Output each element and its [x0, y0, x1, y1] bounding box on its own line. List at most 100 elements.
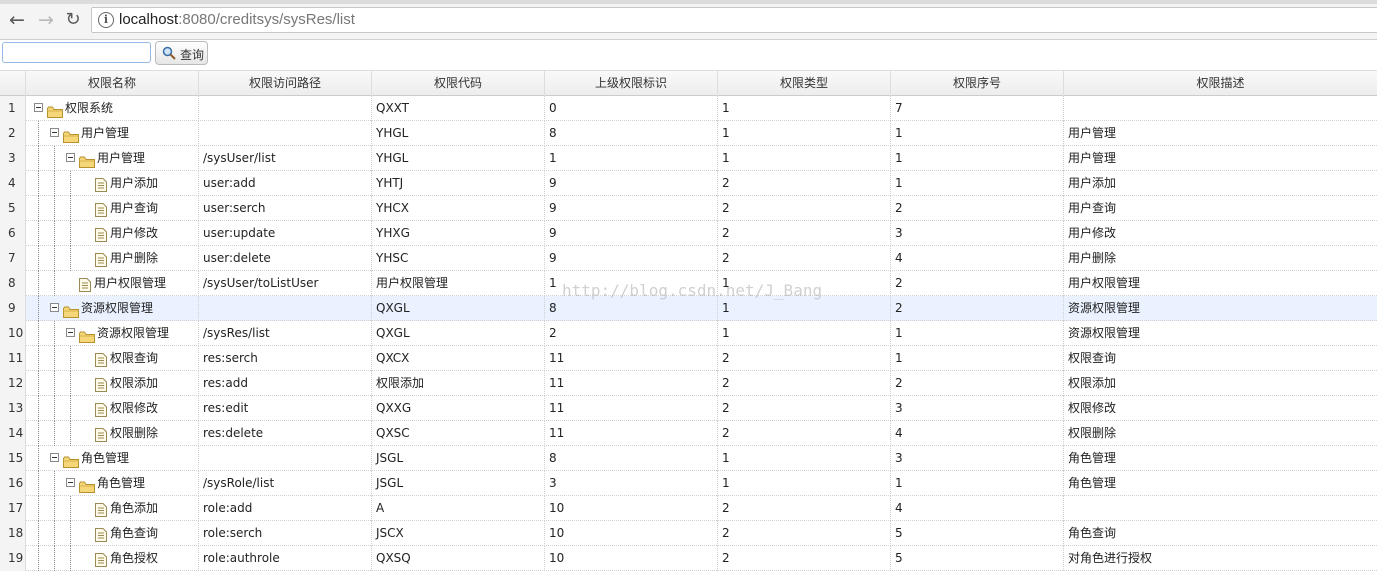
header-code[interactable]: 权限代码	[372, 71, 545, 96]
header-parent[interactable]: 上级权限标识	[545, 71, 718, 96]
cell-path[interactable]: /sysUser/toListUser	[199, 271, 372, 296]
cell-parent[interactable]: 1	[545, 271, 718, 296]
cell-seq[interactable]: 5	[891, 546, 1064, 571]
cell-path[interactable]: res:serch	[199, 346, 372, 371]
cell-type[interactable]: 1	[718, 96, 891, 121]
table-row[interactable]: 19 角色授权 role:authrole QXSQ 10 2 5 对角色进行授权	[0, 546, 1377, 571]
cell-path[interactable]	[199, 296, 372, 321]
cell-code[interactable]: A	[372, 496, 545, 521]
cell-seq[interactable]: 1	[891, 346, 1064, 371]
cell-name[interactable]: 用户查询	[26, 196, 199, 221]
table-row[interactable]: 12 权限添加 res:add 权限添加 11 2 2 权限添加	[0, 371, 1377, 396]
table-row[interactable]: 17 角色添加 role:add A 10 2 4	[0, 496, 1377, 521]
cell-seq[interactable]: 1	[891, 146, 1064, 171]
table-row[interactable]: 7 用户删除 user:delete YHSC 9 2 4 用户删除	[0, 246, 1377, 271]
cell-desc[interactable]: 用户权限管理	[1064, 271, 1377, 296]
cell-code[interactable]: QXGL	[372, 296, 545, 321]
cell-type[interactable]: 2	[718, 371, 891, 396]
cell-parent[interactable]: 1	[545, 146, 718, 171]
reload-icon[interactable]: ↻	[63, 11, 83, 31]
collapse-toggle-icon[interactable]	[50, 303, 59, 312]
cell-name[interactable]: 角色管理	[26, 446, 199, 471]
cell-parent[interactable]: 10	[545, 546, 718, 571]
cell-path[interactable]: res:delete	[199, 421, 372, 446]
cell-name[interactable]: 用户管理	[26, 146, 199, 171]
cell-path[interactable]: res:add	[199, 371, 372, 396]
cell-parent[interactable]: 8	[545, 446, 718, 471]
cell-parent[interactable]: 8	[545, 296, 718, 321]
cell-parent[interactable]: 11	[545, 396, 718, 421]
cell-parent[interactable]: 11	[545, 371, 718, 396]
cell-type[interactable]: 1	[718, 471, 891, 496]
cell-name[interactable]: 资源权限管理	[26, 296, 199, 321]
table-row[interactable]: 5 用户查询 user:serch YHCX 9 2 2 用户查询	[0, 196, 1377, 221]
cell-parent[interactable]: 11	[545, 346, 718, 371]
cell-path[interactable]: user:add	[199, 171, 372, 196]
info-icon[interactable]: i	[98, 12, 114, 28]
cell-name[interactable]: 权限添加	[26, 371, 199, 396]
cell-name[interactable]: 用户添加	[26, 171, 199, 196]
cell-parent[interactable]: 2	[545, 321, 718, 346]
table-row[interactable]: 10 资源权限管理/sysRes/list QXGL 2 1 1 资源权限管理	[0, 321, 1377, 346]
arrow-right-icon[interactable]: →	[36, 11, 56, 31]
table-row[interactable]: 9 资源权限管理 QXGL 8 1 2 资源权限管理	[0, 296, 1377, 321]
table-row[interactable]: 4 用户添加 user:add YHTJ 9 2 1 用户添加	[0, 171, 1377, 196]
search-button[interactable]: 查询	[155, 41, 208, 65]
cell-seq[interactable]: 1	[891, 471, 1064, 496]
cell-seq[interactable]: 4	[891, 496, 1064, 521]
cell-type[interactable]: 2	[718, 421, 891, 446]
cell-parent[interactable]: 9	[545, 246, 718, 271]
cell-type[interactable]: 1	[718, 321, 891, 346]
collapse-toggle-icon[interactable]	[34, 103, 43, 112]
table-row[interactable]: 1 权限系统 QXXT 0 1 7	[0, 96, 1377, 121]
table-row[interactable]: 2 用户管理 YHGL 8 1 1 用户管理	[0, 121, 1377, 146]
cell-seq[interactable]: 7	[891, 96, 1064, 121]
cell-code[interactable]: QXSC	[372, 421, 545, 446]
cell-seq[interactable]: 3	[891, 221, 1064, 246]
cell-name[interactable]: 角色添加	[26, 496, 199, 521]
cell-code[interactable]: QXSQ	[372, 546, 545, 571]
collapse-toggle-icon[interactable]	[66, 328, 75, 337]
cell-code[interactable]: QXXT	[372, 96, 545, 121]
cell-parent[interactable]: 9	[545, 221, 718, 246]
cell-desc[interactable]: 资源权限管理	[1064, 321, 1377, 346]
cell-seq[interactable]: 1	[891, 171, 1064, 196]
cell-parent[interactable]: 0	[545, 96, 718, 121]
cell-desc[interactable]: 权限修改	[1064, 396, 1377, 421]
table-row[interactable]: 15 角色管理 JSGL 8 1 3 角色管理	[0, 446, 1377, 471]
arrow-left-icon[interactable]: ←	[7, 11, 27, 31]
header-type[interactable]: 权限类型	[718, 71, 891, 96]
cell-type[interactable]: 2	[718, 496, 891, 521]
cell-code[interactable]: YHSC	[372, 246, 545, 271]
cell-code[interactable]: QXXG	[372, 396, 545, 421]
collapse-toggle-icon[interactable]	[66, 153, 75, 162]
cell-code[interactable]: JSGL	[372, 471, 545, 496]
cell-desc[interactable]: 对角色进行授权	[1064, 546, 1377, 571]
cell-code[interactable]: YHGL	[372, 146, 545, 171]
header-name[interactable]: 权限名称	[26, 71, 199, 96]
cell-parent[interactable]: 9	[545, 196, 718, 221]
cell-seq[interactable]: 3	[891, 396, 1064, 421]
cell-desc[interactable]: 资源权限管理	[1064, 296, 1377, 321]
cell-code[interactable]: YHTJ	[372, 171, 545, 196]
cell-type[interactable]: 1	[718, 446, 891, 471]
collapse-toggle-icon[interactable]	[50, 453, 59, 462]
cell-path[interactable]	[199, 96, 372, 121]
cell-type[interactable]: 2	[718, 396, 891, 421]
cell-type[interactable]: 1	[718, 271, 891, 296]
cell-desc[interactable]: 权限查询	[1064, 346, 1377, 371]
cell-type[interactable]: 1	[718, 146, 891, 171]
cell-code[interactable]: JSCX	[372, 521, 545, 546]
cell-parent[interactable]: 8	[545, 121, 718, 146]
cell-path[interactable]: user:delete	[199, 246, 372, 271]
cell-type[interactable]: 2	[718, 521, 891, 546]
cell-name[interactable]: 用户管理	[26, 121, 199, 146]
cell-parent[interactable]: 3	[545, 471, 718, 496]
cell-seq[interactable]: 4	[891, 246, 1064, 271]
cell-desc[interactable]: 用户修改	[1064, 221, 1377, 246]
cell-path[interactable]	[199, 121, 372, 146]
table-row[interactable]: 11 权限查询 res:serch QXCX 11 2 1 权限查询	[0, 346, 1377, 371]
cell-parent[interactable]: 9	[545, 171, 718, 196]
cell-seq[interactable]: 3	[891, 446, 1064, 471]
cell-name[interactable]: 用户修改	[26, 221, 199, 246]
